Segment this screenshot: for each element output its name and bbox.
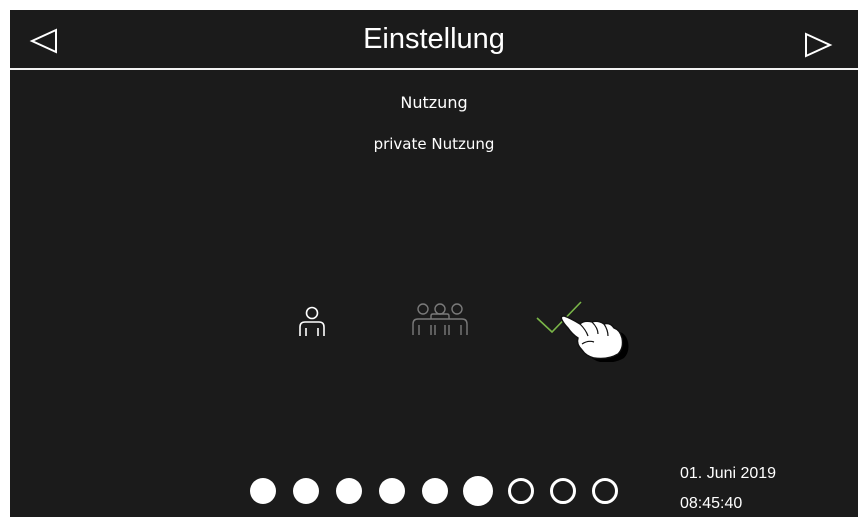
page-dot-5[interactable] (422, 478, 448, 504)
header-bar: Einstellung (10, 10, 858, 68)
page-dot-1[interactable] (250, 478, 276, 504)
setting-name: Nutzung (400, 93, 468, 112)
device-screen: Einstellung Nutzung private Nutzung 01. … (10, 10, 858, 517)
single-person-icon (299, 306, 325, 336)
option-single-person[interactable] (296, 305, 330, 337)
datetime-display: 01. Juni 2019 08:45:40 (680, 459, 776, 517)
page-dot-4[interactable] (379, 478, 405, 504)
page-dot-8[interactable] (550, 478, 576, 504)
setting-value: private Nutzung (373, 135, 495, 153)
page-indicator (250, 476, 630, 506)
group-of-people-icon (412, 303, 468, 335)
checkmark-icon (536, 301, 582, 334)
next-button[interactable] (802, 30, 836, 60)
page-dot-2[interactable] (293, 478, 319, 504)
page-dot-3[interactable] (336, 478, 362, 504)
page-dot-7[interactable] (508, 478, 534, 504)
option-group-of-people[interactable] (403, 302, 477, 336)
page-title: Einstellung (363, 23, 505, 55)
confirm-button[interactable] (535, 300, 583, 334)
page-dot-6-current[interactable] (463, 476, 493, 506)
page-dot-9[interactable] (592, 478, 618, 504)
time-text: 08:45:40 (680, 495, 743, 512)
header-divider (10, 68, 858, 70)
triangle-right-icon (805, 32, 833, 58)
date-text: 01. Juni 2019 (680, 465, 777, 482)
